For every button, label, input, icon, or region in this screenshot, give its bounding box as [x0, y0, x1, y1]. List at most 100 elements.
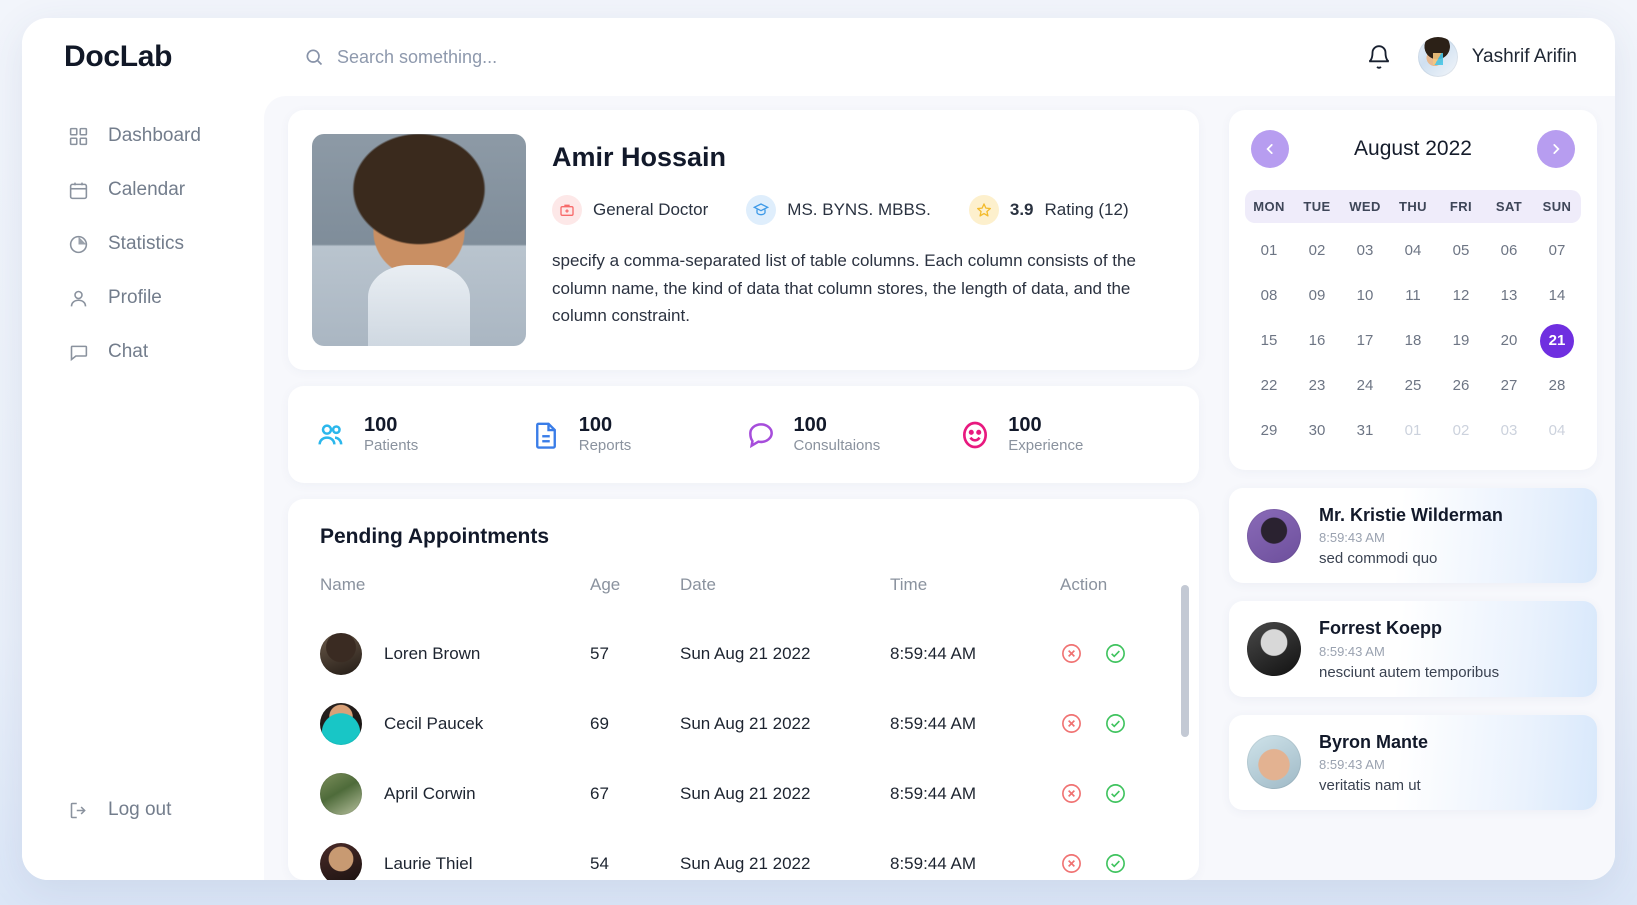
appointment-date: Sun Aug 21 2022 [680, 854, 811, 873]
app-window: DocLab Yashrif Arifin [22, 18, 1615, 880]
appointment-age: 54 [590, 854, 609, 873]
calendar-day[interactable]: 20 [1485, 319, 1533, 362]
calendar-day[interactable]: 12 [1437, 274, 1485, 317]
calendar-day[interactable]: 15 [1245, 319, 1293, 362]
calendar-day[interactable]: 16 [1293, 319, 1341, 362]
doctor-photo [312, 134, 526, 346]
calendar-day[interactable]: 05 [1437, 229, 1485, 272]
calendar-day[interactable]: 22 [1245, 364, 1293, 407]
calendar-day[interactable]: 10 [1341, 274, 1389, 317]
calendar-day[interactable]: 01 [1245, 229, 1293, 272]
user-profile-chip[interactable]: Yashrif Arifin [1417, 37, 1577, 77]
calendar-weekday-header: MON TUE WED THU FRI SAT SUN [1245, 190, 1581, 223]
calendar-day[interactable]: 03 [1341, 229, 1389, 272]
calendar-day[interactable]: 27 [1485, 364, 1533, 407]
calendar-day[interactable]: 26 [1437, 364, 1485, 407]
accept-circle-icon[interactable] [1104, 782, 1128, 806]
table-row[interactable]: April Corwin 67 Sun Aug 21 2022 8:59:44 … [320, 759, 1173, 829]
avatar [320, 773, 362, 815]
table-row[interactable]: Cecil Paucek 69 Sun Aug 21 2022 8:59:44 … [320, 689, 1173, 759]
reject-circle-icon[interactable] [1060, 852, 1084, 876]
calendar-day[interactable]: 29 [1245, 409, 1293, 452]
sidebar-item-statistics[interactable]: Statistics [66, 222, 264, 266]
appointments-scrollbar-thumb[interactable] [1181, 585, 1189, 737]
weekday-sun: SUN [1542, 199, 1572, 214]
list-item[interactable]: Byron Mante 8:59:43 AM veritatis nam ut [1229, 714, 1597, 811]
weekday-sat: SAT [1495, 199, 1523, 214]
chevron-left-icon[interactable] [1251, 130, 1289, 168]
accept-circle-icon[interactable] [1104, 712, 1128, 736]
accept-circle-icon[interactable] [1104, 642, 1128, 666]
calendar-day[interactable]: 13 [1485, 274, 1533, 317]
bell-icon[interactable] [1362, 40, 1396, 74]
column-header-date: Date [680, 575, 716, 594]
appointments-scroll-area[interactable]: Name Age Date Time Action Loren Brown 57… [320, 575, 1173, 880]
stat-patients: 100 Patients [314, 414, 529, 455]
reject-circle-icon[interactable] [1060, 712, 1084, 736]
calendar-day[interactable]: 02 [1293, 229, 1341, 272]
calendar-day-outside[interactable]: 01 [1389, 409, 1437, 452]
stat-value: 100 [578, 414, 613, 436]
sidebar-item-profile[interactable]: Profile [66, 276, 264, 320]
calendar-day[interactable]: 28 [1533, 364, 1581, 407]
appointment-name: Loren Brown [384, 644, 481, 663]
avatar [1247, 622, 1301, 677]
sidebar-item-label: Chat [108, 341, 149, 362]
calendar-day[interactable]: 18 [1389, 319, 1437, 362]
weekday-fri: FRI [1449, 199, 1473, 214]
calendar-day-selected[interactable]: 21 [1533, 319, 1581, 362]
calendar-day-outside[interactable]: 04 [1533, 409, 1581, 452]
doctor-name: Amir Hossain [552, 142, 727, 172]
sidebar-item-chat[interactable]: Chat [66, 330, 264, 374]
logout-button[interactable]: Log out [22, 788, 264, 832]
calendar-day[interactable]: 24 [1341, 364, 1389, 407]
pending-appointments-card: Pending Appointments Name Age Date Time … [288, 499, 1199, 880]
calendar-day[interactable]: 11 [1389, 274, 1437, 317]
calendar-day[interactable]: 31 [1341, 409, 1389, 452]
list-item[interactable]: Forrest Koepp 8:59:43 AM nesciunt autem … [1229, 601, 1597, 697]
doctor-profile-card: Amir Hossain General Doctor MS. BYNS. MB… [288, 110, 1199, 370]
appointment-name: Cecil Paucek [384, 714, 484, 733]
calendar-day[interactable]: 07 [1533, 229, 1581, 272]
search-input[interactable] [337, 46, 757, 68]
sidebar-item-dashboard[interactable]: Dashboard [66, 114, 264, 158]
accept-circle-icon[interactable] [1104, 852, 1128, 876]
calendar-day[interactable]: 06 [1485, 229, 1533, 272]
doctor-badges: General Doctor MS. BYNS. MBBS. 3.9 Ratin… [552, 195, 1175, 225]
calendar-day-outside[interactable]: 02 [1437, 409, 1485, 452]
calendar-day[interactable]: 08 [1245, 274, 1293, 317]
calendar-day-outside[interactable]: 03 [1485, 409, 1533, 452]
calendar-header: August 2022 [1245, 130, 1581, 168]
chevron-right-icon[interactable] [1537, 130, 1575, 168]
smiley-face-icon [958, 418, 992, 452]
app-logo: DocLab [64, 40, 173, 73]
table-row[interactable]: Loren Brown 57 Sun Aug 21 2022 8:59:44 A… [320, 619, 1173, 689]
search-icon [304, 47, 324, 67]
calendar-day[interactable]: 30 [1293, 409, 1341, 452]
reject-circle-icon[interactable] [1060, 782, 1084, 806]
avatar [1247, 735, 1301, 790]
sidebar-nav: Dashboard Calendar Statistics Profile Ch… [22, 114, 264, 374]
message-sender: Mr. Kristie Wilderman [1319, 505, 1503, 525]
messages-list: Mr. Kristie Wilderman 8:59:43 AM sed com… [1229, 488, 1597, 811]
column-header-name: Name [320, 575, 366, 594]
calendar-day[interactable]: 17 [1341, 319, 1389, 362]
list-item[interactable]: Mr. Kristie Wilderman 8:59:43 AM sed com… [1229, 488, 1597, 584]
table-row[interactable]: Laurie Thiel 54 Sun Aug 21 2022 8:59:44 … [320, 829, 1173, 880]
stat-label: Experience [1008, 437, 1084, 454]
calendar-day[interactable]: 19 [1437, 319, 1485, 362]
calendar-day[interactable]: 25 [1389, 364, 1437, 407]
calendar-day[interactable]: 14 [1533, 274, 1581, 317]
badge-general-doctor: General Doctor [552, 195, 708, 225]
calendar-day[interactable]: 09 [1293, 274, 1341, 317]
calendar-day[interactable]: 23 [1293, 364, 1341, 407]
calendar-day[interactable]: 04 [1389, 229, 1437, 272]
sidebar-item-calendar[interactable]: Calendar [66, 168, 264, 212]
stat-value: 100 [1008, 414, 1042, 436]
reject-circle-icon[interactable] [1060, 642, 1084, 666]
search-bar[interactable] [304, 46, 1362, 68]
header-actions: Yashrif Arifin [1362, 37, 1577, 77]
medical-bag-icon [552, 195, 582, 225]
sidebar-item-label: Statistics [108, 233, 185, 254]
grid-icon [66, 124, 90, 148]
